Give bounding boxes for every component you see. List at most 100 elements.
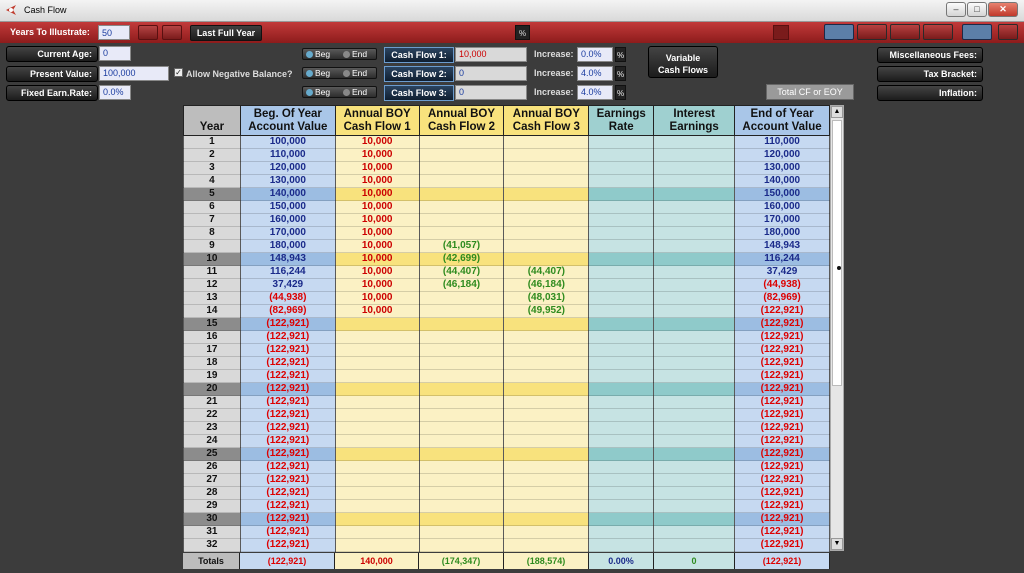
cell-interest-earnings[interactable]	[653, 434, 736, 448]
cell-earnings-rate[interactable]	[588, 161, 655, 175]
cell-earnings-rate[interactable]	[588, 148, 655, 162]
cell-cash-flow-2[interactable]	[418, 512, 505, 526]
cell-earnings-rate[interactable]	[588, 486, 655, 500]
cell-cash-flow-1[interactable]	[334, 421, 420, 435]
cell-end-account-value[interactable]: (122,921)	[734, 369, 830, 383]
cell-interest-earnings[interactable]	[653, 538, 736, 552]
cell-cash-flow-2[interactable]	[418, 408, 505, 422]
cell-cash-flow-3[interactable]	[503, 148, 590, 162]
cell-beg-account-value[interactable]: (122,921)	[239, 343, 336, 357]
cell-cash-flow-3[interactable]	[503, 499, 590, 513]
years-input[interactable]: 50	[98, 25, 130, 40]
cell-cash-flow-3[interactable]	[503, 395, 590, 409]
cell-cash-flow-3[interactable]	[503, 486, 590, 500]
cell-cash-flow-3[interactable]	[503, 434, 590, 448]
cell-earnings-rate[interactable]	[588, 213, 655, 227]
cell-beg-account-value[interactable]: 180,000	[239, 239, 336, 253]
cell-cash-flow-1[interactable]	[334, 473, 420, 487]
prev-button[interactable]	[138, 25, 158, 40]
cell-cash-flow-1[interactable]	[334, 447, 420, 461]
cell-cash-flow-3[interactable]	[503, 187, 590, 201]
beg-radio-icon[interactable]	[306, 89, 313, 96]
cell-cash-flow-1[interactable]: 10,000	[334, 278, 420, 292]
percent-icon[interactable]: %	[515, 25, 530, 40]
cell-interest-earnings[interactable]	[653, 525, 736, 539]
cell-end-account-value[interactable]: (122,921)	[734, 408, 830, 422]
cell-beg-account-value[interactable]: (122,921)	[239, 473, 336, 487]
total-cf-button[interactable]: Total CF or EOY	[766, 84, 854, 100]
cell-beg-account-value[interactable]: (122,921)	[239, 486, 336, 500]
cell-interest-earnings[interactable]	[653, 278, 736, 292]
cell-end-account-value[interactable]: (122,921)	[734, 434, 830, 448]
cell-end-account-value[interactable]: (122,921)	[734, 343, 830, 357]
cell-cash-flow-2[interactable]: (42,699)	[418, 252, 505, 266]
cell-cash-flow-2[interactable]	[418, 538, 505, 552]
cell-earnings-rate[interactable]	[588, 369, 655, 383]
last-full-year-button[interactable]: Last Full Year	[190, 25, 262, 41]
cell-interest-earnings[interactable]	[653, 161, 736, 175]
cell-cash-flow-2[interactable]: (44,407)	[418, 265, 505, 279]
cell-cash-flow-3[interactable]	[503, 213, 590, 227]
cell-beg-account-value[interactable]: (122,921)	[239, 369, 336, 383]
cell-interest-earnings[interactable]	[653, 512, 736, 526]
cell-end-account-value[interactable]: (122,921)	[734, 304, 830, 318]
tax-bracket-button[interactable]: Tax Bracket:	[877, 66, 983, 82]
cell-cash-flow-3[interactable]	[503, 135, 590, 149]
cell-beg-account-value[interactable]: (122,921)	[239, 421, 336, 435]
cell-cash-flow-3[interactable]	[503, 330, 590, 344]
cell-cash-flow-1[interactable]: 10,000	[334, 213, 420, 227]
cell-cash-flow-1[interactable]	[334, 499, 420, 513]
cell-interest-earnings[interactable]	[653, 356, 736, 370]
cell-cash-flow-3[interactable]	[503, 421, 590, 435]
cell-cash-flow-1[interactable]: 10,000	[334, 148, 420, 162]
cell-cash-flow-1[interactable]: 10,000	[334, 291, 420, 305]
cell-cash-flow-1[interactable]	[334, 395, 420, 409]
cell-cash-flow-2[interactable]	[418, 213, 505, 227]
cell-earnings-rate[interactable]	[588, 356, 655, 370]
cell-cash-flow-2[interactable]	[418, 343, 505, 357]
cell-end-account-value[interactable]: 180,000	[734, 226, 830, 240]
cell-cash-flow-1[interactable]	[334, 330, 420, 344]
end-radio-icon[interactable]	[343, 51, 350, 58]
cell-interest-earnings[interactable]	[653, 174, 736, 188]
cell-cash-flow-1[interactable]	[334, 460, 420, 474]
cell-beg-account-value[interactable]: (122,921)	[239, 512, 336, 526]
cell-beg-account-value[interactable]: 116,244	[239, 265, 336, 279]
cell-interest-earnings[interactable]	[653, 499, 736, 513]
cell-cash-flow-2[interactable]: (41,057)	[418, 239, 505, 253]
cell-cash-flow-1[interactable]: 10,000	[334, 252, 420, 266]
cell-earnings-rate[interactable]	[588, 343, 655, 357]
cell-end-account-value[interactable]: (122,921)	[734, 538, 830, 552]
scroll-thumb[interactable]	[832, 120, 842, 386]
cell-cash-flow-1[interactable]	[334, 512, 420, 526]
cell-beg-account-value[interactable]: 140,000	[239, 187, 336, 201]
cell-beg-account-value[interactable]: 160,000	[239, 213, 336, 227]
cell-cash-flow-3[interactable]	[503, 317, 590, 331]
cell-interest-earnings[interactable]	[653, 187, 736, 201]
cell-earnings-rate[interactable]	[588, 135, 655, 149]
cell-earnings-rate[interactable]	[588, 265, 655, 279]
cell-beg-account-value[interactable]: 130,000	[239, 174, 336, 188]
cell-interest-earnings[interactable]	[653, 395, 736, 409]
cell-cash-flow-3[interactable]	[503, 343, 590, 357]
cell-earnings-rate[interactable]	[588, 395, 655, 409]
cell-earnings-rate[interactable]	[588, 512, 655, 526]
cell-cash-flow-3[interactable]	[503, 538, 590, 552]
cell-cash-flow-1[interactable]	[334, 317, 420, 331]
next-button[interactable]	[162, 25, 182, 40]
cell-earnings-rate[interactable]	[588, 304, 655, 318]
cell-interest-earnings[interactable]	[653, 343, 736, 357]
cell-cash-flow-3[interactable]	[503, 473, 590, 487]
cash-flow-1-input[interactable]: 10,000	[455, 47, 527, 62]
cell-earnings-rate[interactable]	[588, 525, 655, 539]
cell-end-account-value[interactable]: 150,000	[734, 187, 830, 201]
cell-interest-earnings[interactable]	[653, 265, 736, 279]
cell-beg-account-value[interactable]: 120,000	[239, 161, 336, 175]
cell-cash-flow-1[interactable]	[334, 356, 420, 370]
percent-icon[interactable]: %	[615, 66, 626, 81]
cell-interest-earnings[interactable]	[653, 382, 736, 396]
cell-cash-flow-2[interactable]	[418, 460, 505, 474]
increase-2-input[interactable]: 4.0%	[577, 66, 613, 81]
cell-cash-flow-1[interactable]: 10,000	[334, 265, 420, 279]
cell-earnings-rate[interactable]	[588, 460, 655, 474]
